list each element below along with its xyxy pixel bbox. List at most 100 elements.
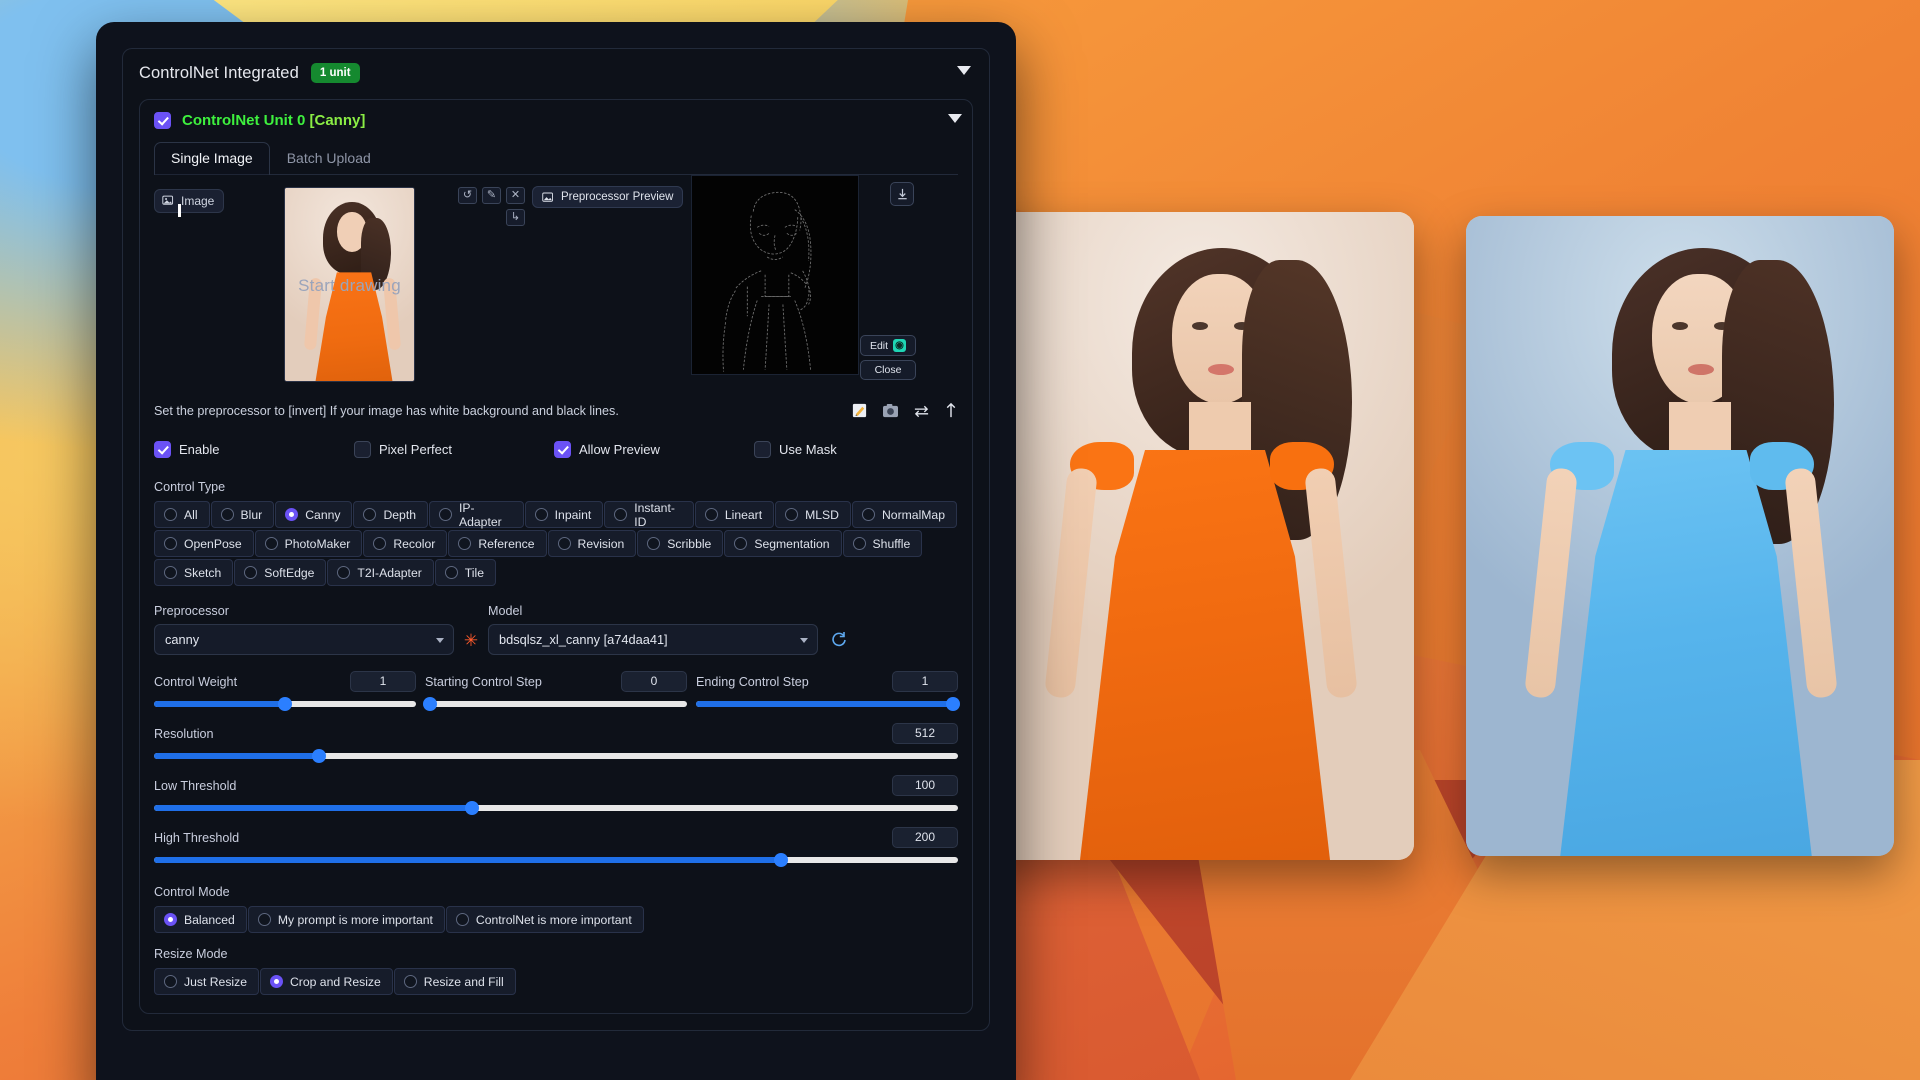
- refresh-icon: [830, 630, 848, 648]
- resize-mode-crop-and-resize[interactable]: Crop and Resize: [260, 968, 393, 995]
- allow-preview-label: Allow Preview: [579, 442, 660, 457]
- radio-icon: [734, 537, 747, 550]
- low-threshold-track[interactable]: [154, 805, 958, 811]
- low-threshold-value[interactable]: 100: [892, 775, 958, 796]
- download-button[interactable]: [890, 182, 914, 206]
- ending-step-track[interactable]: [696, 701, 958, 707]
- low-threshold-knob[interactable]: [465, 801, 479, 815]
- unit-enable-checkbox[interactable]: [154, 112, 171, 129]
- control-mode-controlnet-is-more-important[interactable]: ControlNet is more important: [446, 906, 644, 933]
- control-weight-track[interactable]: [154, 701, 416, 707]
- preprocessor-model-row: Preprocessor canny ✳ Model bdsqlsz_xl_ca…: [154, 604, 958, 655]
- control-mode-balanced[interactable]: Balanced: [154, 906, 247, 933]
- control-mode-radio-row: BalancedMy prompt is more importantContr…: [154, 906, 958, 933]
- edit-note-icon[interactable]: [851, 402, 868, 419]
- resize-mode-radio-row: Just ResizeCrop and ResizeResize and Fil…: [154, 968, 958, 995]
- control-type-lineart[interactable]: Lineart: [695, 501, 774, 528]
- control-type-blur[interactable]: Blur: [211, 501, 275, 528]
- control-type-segmentation[interactable]: Segmentation: [724, 530, 841, 557]
- upload-arrow-icon[interactable]: [944, 402, 958, 419]
- high-threshold-value[interactable]: 200: [892, 827, 958, 848]
- radio-icon: [458, 537, 471, 550]
- checkbox-enable[interactable]: Enable: [154, 441, 354, 458]
- resolution-label: Resolution: [154, 727, 214, 741]
- starting-step-track[interactable]: [425, 701, 687, 707]
- radio-icon: [337, 566, 350, 579]
- eraser-icon[interactable]: ✎: [482, 187, 501, 204]
- edit-button[interactable]: Edit ◉: [860, 335, 916, 356]
- enable-checkbox[interactable]: [154, 441, 171, 458]
- preprocessor-dropdown[interactable]: canny: [154, 624, 454, 655]
- radio-icon: [164, 508, 177, 521]
- close-icon[interactable]: ✕: [506, 187, 525, 204]
- preprocessor-preview-chip[interactable]: Preprocessor Preview: [532, 186, 683, 208]
- resolution-track[interactable]: [154, 753, 958, 759]
- ending-step-value[interactable]: 1: [892, 671, 958, 692]
- control-type-canny[interactable]: Canny: [275, 501, 352, 528]
- ending-step-label: Ending Control Step: [696, 675, 809, 689]
- radio-icon: [439, 508, 452, 521]
- radio-label: Scribble: [667, 537, 711, 551]
- resolution-value[interactable]: 512: [892, 723, 958, 744]
- close-button[interactable]: Close: [860, 360, 916, 380]
- control-type-normalmap[interactable]: NormalMap: [852, 501, 957, 528]
- control-type-reference[interactable]: Reference: [448, 530, 546, 557]
- pixel-perfect-checkbox[interactable]: [354, 441, 371, 458]
- control-mode-my-prompt-is-more-important[interactable]: My prompt is more important: [248, 906, 445, 933]
- high-threshold-track[interactable]: [154, 857, 958, 863]
- model-dropdown[interactable]: bdsqlsz_xl_canny [a74daa41]: [488, 624, 818, 655]
- resize-mode-resize-and-fill[interactable]: Resize and Fill: [394, 968, 516, 995]
- ending-step-knob[interactable]: [946, 697, 960, 711]
- panel-header: ControlNet Integrated 1 unit: [139, 63, 973, 83]
- control-type-inpaint[interactable]: Inpaint: [525, 501, 604, 528]
- control-type-instant-id[interactable]: Instant-ID: [604, 501, 694, 528]
- control-weight-value[interactable]: 1: [350, 671, 416, 692]
- track-fill: [154, 753, 319, 759]
- low-threshold-slider-group: Low Threshold 100: [154, 775, 958, 811]
- spiral-icon: ◉: [893, 339, 906, 352]
- radio-label: Depth: [383, 508, 416, 522]
- refresh-models-button[interactable]: [828, 628, 850, 650]
- checkbox-pixel-perfect[interactable]: Pixel Perfect: [354, 441, 554, 458]
- control-type-t2i-adapter[interactable]: T2I-Adapter: [327, 559, 433, 586]
- unit-chevron-down-icon[interactable]: [948, 114, 962, 123]
- radio-icon: [164, 537, 177, 550]
- control-type-scribble[interactable]: Scribble: [637, 530, 723, 557]
- starting-step-value[interactable]: 0: [621, 671, 687, 692]
- control-type-sketch[interactable]: Sketch: [154, 559, 233, 586]
- resolution-header: Resolution 512: [154, 723, 958, 744]
- image-source-chip[interactable]: Image: [154, 189, 224, 213]
- high-threshold-knob[interactable]: [774, 853, 788, 867]
- preprocessor-preview-image: [691, 175, 859, 375]
- undo-icon[interactable]: ↺: [458, 187, 477, 204]
- tab-batch-upload[interactable]: Batch Upload: [270, 142, 388, 174]
- control-type-tile[interactable]: Tile: [435, 559, 496, 586]
- input-image-thumbnail[interactable]: Start drawing: [284, 187, 415, 382]
- chevron-down-icon[interactable]: [957, 66, 971, 75]
- control-type-ip-adapter[interactable]: IP-Adapter: [429, 501, 524, 528]
- swap-icon[interactable]: [913, 404, 930, 418]
- resize-mode-label: Resize Mode: [154, 947, 958, 961]
- control-type-openpose[interactable]: OpenPose: [154, 530, 254, 557]
- allow-preview-checkbox[interactable]: [554, 441, 571, 458]
- control-type-all[interactable]: All: [154, 501, 210, 528]
- camera-icon[interactable]: [882, 403, 899, 418]
- control-type-shuffle[interactable]: Shuffle: [843, 530, 923, 557]
- control-weight-knob[interactable]: [278, 697, 292, 711]
- resize-mode-just-resize[interactable]: Just Resize: [154, 968, 259, 995]
- control-type-mlsd[interactable]: MLSD: [775, 501, 851, 528]
- checkbox-use-mask[interactable]: Use Mask: [754, 441, 954, 458]
- control-type-depth[interactable]: Depth: [353, 501, 428, 528]
- tab-single-image[interactable]: Single Image: [154, 142, 270, 175]
- unit-header: ControlNet Unit 0 [Canny]: [154, 112, 958, 129]
- use-mask-checkbox[interactable]: [754, 441, 771, 458]
- redo-icon[interactable]: ↳: [506, 209, 525, 226]
- starting-step-knob[interactable]: [423, 697, 437, 711]
- control-type-softedge[interactable]: SoftEdge: [234, 559, 326, 586]
- control-type-recolor[interactable]: Recolor: [363, 530, 447, 557]
- lips: [1208, 364, 1234, 375]
- resolution-knob[interactable]: [312, 749, 326, 763]
- control-type-revision[interactable]: Revision: [548, 530, 637, 557]
- checkbox-allow-preview[interactable]: Allow Preview: [554, 441, 754, 458]
- control-type-photomaker[interactable]: PhotoMaker: [255, 530, 363, 557]
